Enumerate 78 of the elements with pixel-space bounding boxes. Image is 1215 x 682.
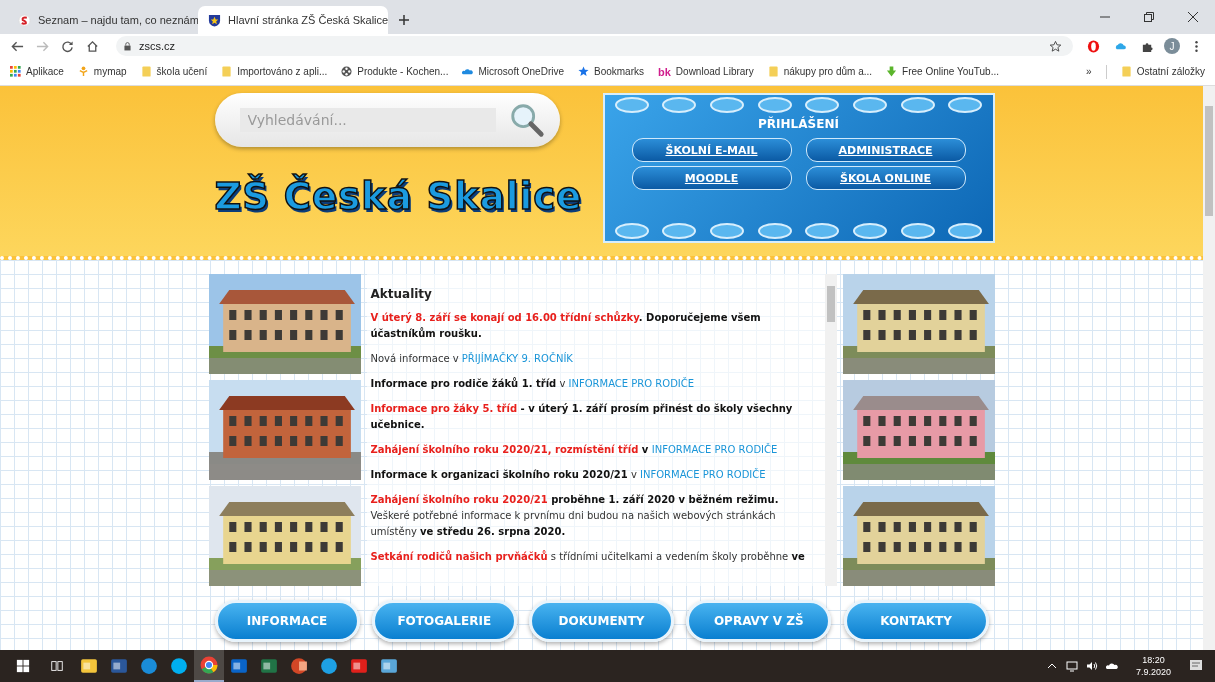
shield-icon — [208, 13, 221, 27]
time-text: 18:20 — [1142, 654, 1165, 666]
reload-icon[interactable] — [61, 39, 74, 53]
chrome-icon — [200, 656, 218, 674]
globe-icon — [140, 657, 158, 675]
address-bar[interactable]: zscs.cz — [116, 36, 1073, 56]
news-item: Setkání rodičů našich prvňáčků s třídními učitelkami a vedením školy proběhne ve — [370, 549, 806, 564]
bookmark[interactable]: Free Online YouTub... — [886, 66, 999, 77]
news-item: Zahájení školního roku 2020/21 proběhne 1. září 2020 v běžném režimu. Veškeré potřebné informace k prvnímu dni budou na našich webových stránkách umístěny ve středu 26. srpna 2020. — [370, 493, 780, 539]
news-item: Informace pro rodiče žáků 1. tříd v INFORMACE PRO RODIČE — [370, 376, 696, 391]
tab-title: Seznam – najdu tam, co neznám — [38, 14, 199, 26]
date-text: 7.9.2020 — [1135, 666, 1171, 678]
folder-icon — [140, 66, 152, 77]
news-heading: Aktuality — [370, 286, 433, 302]
app-icon — [380, 657, 398, 675]
news-item: Nová informace v PŘIJÍMAČKY 9. ROČNÍK — [370, 351, 574, 366]
tab-title: Hlavní stránka ZŠ Česká Skalice — [228, 14, 389, 26]
bk-logo: bk — [658, 65, 671, 78]
globe-icon — [320, 657, 338, 675]
app-icon — [170, 657, 188, 675]
login-link[interactable]: ADMINISTRACE — [805, 138, 966, 162]
clock[interactable]: 18:20 7.9.2020 — [1135, 654, 1171, 678]
cloud-icon[interactable] — [1105, 660, 1118, 672]
login-heading: PŘIHLÁŠENÍ — [758, 117, 839, 131]
scrollbar[interactable] — [824, 274, 837, 586]
app-icon — [80, 657, 98, 675]
login-link[interactable]: ŠKOLNÍ E-MAIL — [631, 138, 792, 162]
new-tab-icon[interactable] — [398, 14, 410, 26]
home-icon[interactable] — [86, 39, 99, 53]
bookmark[interactable]: Aplikace — [10, 66, 64, 77]
site-title: ZŠ Česká Skalice — [214, 175, 583, 218]
person-icon — [77, 66, 89, 77]
taskbar-app[interactable] — [194, 650, 224, 682]
film-reel-icon — [341, 66, 353, 77]
more-bookmarks-button[interactable]: » — [1086, 66, 1092, 77]
scrollbar[interactable] — [1203, 86, 1215, 650]
back-icon[interactable] — [11, 39, 24, 53]
bookmark[interactable]: Produkte - Kochen... — [341, 66, 449, 77]
task-view-icon[interactable] — [50, 659, 64, 673]
cloud-icon — [462, 66, 474, 77]
app-icon — [290, 657, 308, 675]
app-icon — [350, 657, 368, 675]
bookmark[interactable]: mymap — [77, 66, 127, 77]
news-item: Informace k organizaci školního roku 2020/21 v INFORMACE PRO RODIČE — [370, 467, 767, 482]
speaker-icon[interactable] — [1085, 660, 1098, 672]
bookmark[interactable]: Ostatní záložky — [1120, 66, 1205, 77]
app-icon — [110, 657, 128, 675]
app-icon — [230, 657, 248, 675]
news-item: Informace pro žáky 5. tříd - v úterý 1. září prosím přinést do školy všechny učebnice. — [370, 402, 794, 432]
login-link[interactable]: ŠKOLA ONLINE — [805, 166, 966, 190]
folder-icon — [221, 66, 233, 77]
bookmark[interactable]: nákupy pro dům a... — [767, 66, 873, 77]
bookmark[interactable]: škola učení — [140, 66, 208, 77]
windows-start-icon[interactable] — [16, 659, 30, 673]
app-icon — [260, 657, 278, 675]
news-item: Zahájení školního roku 2020/21, rozmístění tříd v INFORMACE PRO RODIČE — [370, 442, 779, 457]
star-icon[interactable] — [1049, 39, 1062, 53]
restore-icon[interactable] — [1143, 11, 1155, 23]
close-icon[interactable] — [1187, 11, 1199, 23]
news-item: V úterý 8. září se konají od 16.00 třídní schůzky. Doporučejeme všem účastníkům roušku. — [370, 310, 762, 341]
notification-icon[interactable] — [1189, 659, 1203, 673]
lock-icon — [124, 41, 131, 51]
apps-grid-icon — [10, 66, 21, 77]
opera-icon[interactable] — [1087, 39, 1100, 53]
bookmark[interactable]: Bookmarks — [578, 66, 644, 77]
star-icon — [578, 66, 589, 77]
login-link[interactable]: MOODLE — [631, 166, 792, 190]
browser-tab[interactable]: Hlavní stránka ZŠ Česká Skalice — [198, 6, 388, 34]
folder-icon — [767, 66, 779, 77]
bookmark[interactable]: Microsoft OneDrive — [462, 66, 564, 77]
download-arrow-icon — [886, 66, 898, 77]
url-text: zscs.cz — [139, 40, 176, 52]
seznam-icon — [18, 13, 31, 27]
network-icon[interactable] — [1065, 660, 1078, 672]
search-field[interactable]: Vyhledávání... — [239, 108, 496, 132]
folder-icon — [1120, 66, 1132, 77]
bookmark[interactable]: Importováno z apli... — [221, 66, 328, 77]
bookmark[interactable]: bk Download Library — [658, 65, 754, 78]
